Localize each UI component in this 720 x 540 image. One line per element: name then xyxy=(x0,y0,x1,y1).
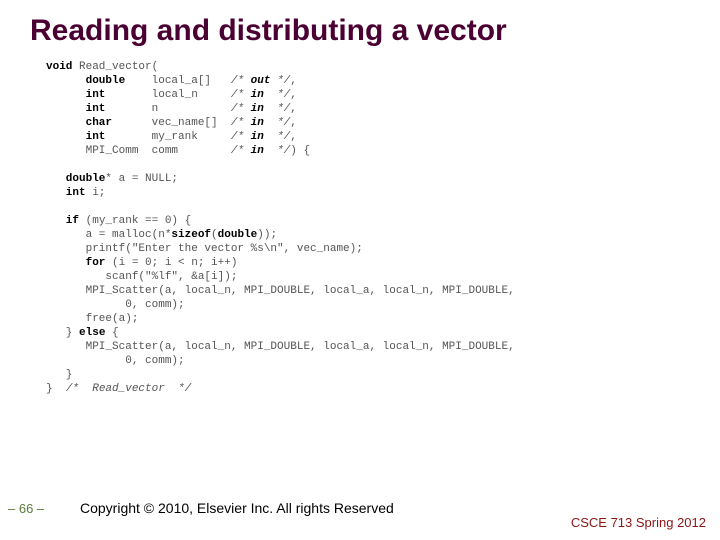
c: /* xyxy=(231,75,251,87)
slide: Reading and distributing a vector void R… xyxy=(0,0,720,540)
kw-for: for xyxy=(46,257,105,269)
t: free(a); xyxy=(46,313,138,325)
t: } xyxy=(46,327,79,339)
c: */ xyxy=(277,103,290,115)
c: /* xyxy=(231,145,251,157)
t: i; xyxy=(86,187,106,199)
t: a = malloc(n* xyxy=(46,229,171,241)
slide-title: Reading and distributing a vector xyxy=(30,14,690,48)
c: */ xyxy=(277,75,290,87)
t: n xyxy=(105,103,230,115)
t: Read_vector( xyxy=(72,61,158,73)
t: 0, comm); xyxy=(46,299,185,311)
t: MPI_Comm comm xyxy=(46,145,231,157)
t: , xyxy=(290,89,297,101)
c: /* xyxy=(231,131,251,143)
t: } xyxy=(46,383,66,395)
c: */ xyxy=(277,145,290,157)
c: /* xyxy=(231,103,251,115)
t: (my_rank == 0) { xyxy=(79,215,191,227)
kw-char: char xyxy=(46,117,112,129)
kw-if: if xyxy=(46,215,79,227)
t: MPI_Scatter(a, local_n, MPI_DOUBLE, loca… xyxy=(46,341,515,353)
t: )); xyxy=(257,229,277,241)
kw-int: int xyxy=(46,103,105,115)
t: , xyxy=(290,103,297,115)
t: 0, comm); xyxy=(46,355,185,367)
t: , xyxy=(290,131,297,143)
course-footer: CSCE 713 Spring 2012 xyxy=(571,515,706,530)
c: in xyxy=(251,117,277,129)
t: , xyxy=(290,75,297,87)
kw-double: double xyxy=(218,229,258,241)
c: /* xyxy=(231,117,251,129)
c: out xyxy=(251,75,277,87)
kw-sizeof: sizeof xyxy=(171,229,211,241)
t: * a = NULL; xyxy=(105,173,178,185)
t: ) { xyxy=(290,145,310,157)
t: my_rank xyxy=(105,131,230,143)
kw-int: int xyxy=(46,187,86,199)
kw-double: double xyxy=(46,173,105,185)
t: } xyxy=(46,369,72,381)
c: /* xyxy=(231,89,251,101)
c: */ xyxy=(277,117,290,129)
c: in xyxy=(251,145,277,157)
t: ( xyxy=(211,229,218,241)
c: in xyxy=(251,103,277,115)
t: scanf("%lf", &a[i]); xyxy=(46,271,237,283)
c: */ xyxy=(277,89,290,101)
t: local_n xyxy=(105,89,230,101)
c: */ xyxy=(277,131,290,143)
c: /* Read_vector */ xyxy=(66,383,191,395)
kw-else: else xyxy=(79,327,105,339)
kw-int: int xyxy=(46,131,105,143)
t: local_a[] xyxy=(125,75,231,87)
page-number: – 66 – xyxy=(8,501,44,516)
c: in xyxy=(251,89,277,101)
t: , xyxy=(290,117,297,129)
t: (i = 0; i < n; i++) xyxy=(105,257,237,269)
c: in xyxy=(251,131,277,143)
copyright: Copyright © 2010, Elsevier Inc. All righ… xyxy=(80,500,394,516)
t: MPI_Scatter(a, local_n, MPI_DOUBLE, loca… xyxy=(46,285,515,297)
t: vec_name[] xyxy=(112,117,231,129)
code-block: void Read_vector( double local_a[] /* ou… xyxy=(46,60,710,396)
t: printf("Enter the vector %s\n", vec_name… xyxy=(46,243,363,255)
kw-int: int xyxy=(46,89,105,101)
kw-double: double xyxy=(46,75,125,87)
t: { xyxy=(105,327,118,339)
kw-void: void xyxy=(46,61,72,73)
